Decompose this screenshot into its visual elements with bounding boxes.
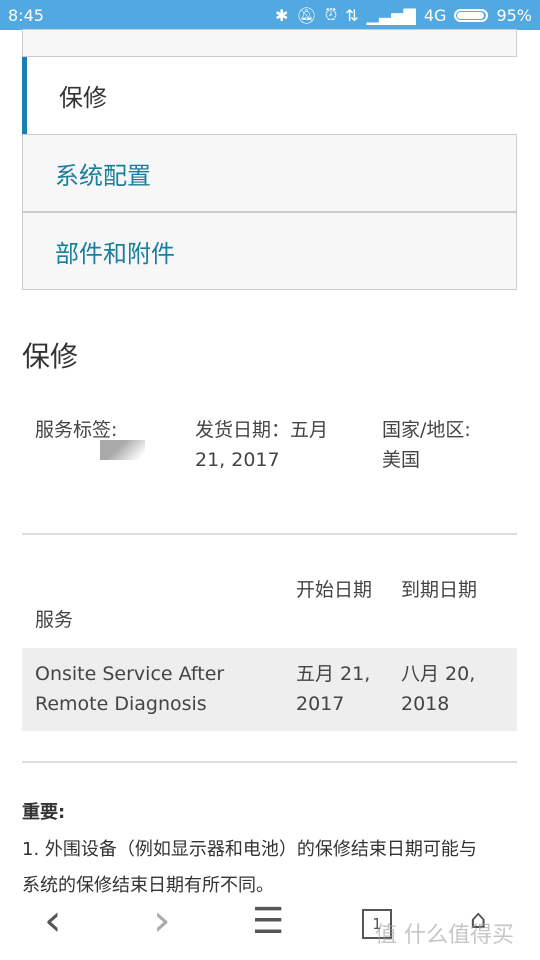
battery-percent: 95% [496,5,532,25]
forward-button[interactable]: › [153,895,171,946]
divider [22,533,517,535]
important-line-1: 1. 外围设备（例如显示器和电池）的保修结束日期可能与 [22,839,477,860]
cell-end-date: 八月 20, 2018 [401,663,476,715]
alarm-icon: ⏰︎ [324,5,338,24]
tab-system-config[interactable]: 系统配置 [22,134,517,212]
section-title: 保修 [22,340,79,373]
cell-start-date: 五月 21, 2017 [296,663,371,715]
tab-label: 系统配置 [55,161,151,190]
tab-label: 部件和附件 [55,239,175,268]
divider [22,761,517,763]
tab-label: 保修 [59,84,107,112]
country-label: 国家/地区: [382,419,471,441]
header-start-date: 开始日期 [296,579,373,601]
tab-warranty[interactable]: 保修 [22,57,517,134]
time: 8:45 [8,5,44,25]
ship-date-label: 发货日期：五月 [195,419,329,441]
previous-tab[interactable] [22,29,517,57]
menu-button[interactable]: ☰ [252,901,284,942]
header-service: 服务 [35,609,74,631]
bottom-nav: ‹ › ☰ 1 ⌂ 值 什么值得买 [0,895,540,960]
country-value: 美国 [382,449,421,471]
network-type: 4G [423,5,447,25]
data-arrows-icon: ⇅ [345,5,359,25]
mute-icon: 🔕︎ [296,5,317,25]
ship-date-value: 21, 2017 [195,449,280,471]
signal-icon: ▁▃▅▇ [366,5,416,25]
redacted-service-tag [100,440,145,460]
battery-icon [454,8,489,22]
cell-service: Onsite Service After Remote Diagnosis [35,663,225,715]
header-end-date: 到期日期 [401,579,478,601]
watermark: 值 什么值得买 [375,923,514,948]
back-button[interactable]: ‹ [44,895,62,946]
bluetooth-icon: ✱ [275,5,289,25]
important-title: 重要: [22,802,66,823]
important-line-2: 系统的保修结束日期有所不同。 [22,875,274,896]
tab-parts-accessories[interactable]: 部件和附件 [22,212,517,290]
status-bar: 8:45 ✱ 🔕︎ ⏰︎ ⇅ ▁▃▅▇ 4G 95% [0,0,540,30]
